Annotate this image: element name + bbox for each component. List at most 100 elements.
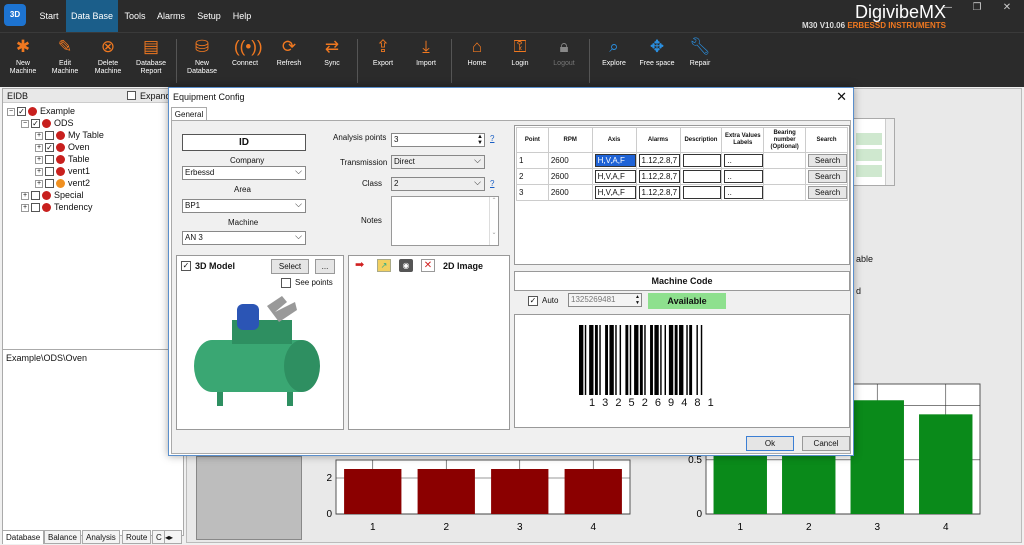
tab-database[interactable]: Database — [2, 530, 45, 544]
rpm-cell[interactable]: 2600 — [547, 168, 593, 185]
help-link[interactable]: ? — [490, 134, 494, 143]
tree-checkbox[interactable] — [31, 191, 40, 201]
see-points-checkbox[interactable] — [281, 278, 291, 288]
tree-item[interactable]: + vent2 — [35, 177, 90, 189]
notes-textarea[interactable]: ⌃ ⌄ — [391, 196, 499, 246]
new-machine-button[interactable]: ✱ New Machine — [0, 37, 46, 76]
tree-checkbox[interactable] — [45, 131, 54, 141]
expand-icon[interactable]: + — [35, 167, 43, 176]
connect-button[interactable]: ((•)) Connect — [222, 37, 268, 68]
alarms-cell[interactable]: 1.12,2.8,7 — [638, 170, 680, 183]
tree-item[interactable]: + vent1 — [35, 165, 90, 177]
tab-scroll-icon[interactable]: ◂▸ — [164, 530, 182, 544]
collapse-icon[interactable]: − — [7, 107, 15, 116]
expand-icon[interactable]: + — [35, 131, 43, 140]
repair-button[interactable]: 🔧︎ Repair — [677, 37, 723, 68]
arrow-right-icon[interactable]: ➡ — [355, 259, 369, 272]
extra-values-cell[interactable]: .. — [724, 154, 764, 167]
edit-machine-button[interactable]: ✎ Edit Machine — [42, 37, 88, 76]
sync-button[interactable]: ⇄ Sync — [309, 37, 355, 68]
stepper-arrows-icon[interactable]: ▲ ▼ — [634, 294, 641, 306]
menu-database[interactable]: Data Base — [66, 0, 118, 32]
minimize-icon[interactable]: — — [932, 2, 962, 16]
bearing-cell[interactable] — [763, 152, 807, 169]
search-button[interactable]: Search — [808, 154, 847, 167]
ok-button[interactable]: Ok — [746, 436, 794, 451]
database-report-button[interactable]: ▤ Database Report — [128, 37, 174, 76]
extra-values-cell[interactable]: .. — [724, 186, 764, 199]
axis-cell[interactable]: H,V,A,F — [594, 170, 636, 183]
explore-button[interactable]: ⌕ Explore — [591, 37, 637, 68]
auto-checkbox[interactable]: ✓ — [528, 296, 538, 306]
tree-item[interactable]: + My Table — [35, 129, 104, 141]
description-cell[interactable] — [682, 186, 722, 199]
open-folder-icon[interactable]: ↗ — [377, 259, 391, 272]
home-button[interactable]: ⌂ Home — [454, 37, 500, 68]
select-button[interactable]: Select — [271, 259, 309, 274]
tree-checkbox[interactable]: ✓ — [17, 107, 26, 117]
import-button[interactable]: ⤓ Import — [403, 37, 449, 68]
expand-icon[interactable]: + — [21, 203, 29, 212]
expand-checkbox-box[interactable] — [127, 91, 136, 100]
expand-icon[interactable]: + — [21, 191, 29, 200]
tab-general[interactable]: General — [171, 107, 207, 121]
tree-checkbox[interactable] — [45, 155, 54, 165]
search-button[interactable]: Search — [808, 186, 847, 199]
close-icon[interactable]: ✕ — [836, 89, 847, 105]
tree-item[interactable]: − ✓ Example — [7, 105, 75, 117]
tree-item[interactable]: + Tendency — [21, 201, 93, 213]
transmission-select[interactable]: Direct — [391, 154, 485, 169]
extra-values-cell[interactable]: .. — [724, 170, 764, 183]
tab-route[interactable]: Route — [122, 530, 152, 544]
tree-checkbox[interactable] — [31, 203, 40, 213]
scrollbar[interactable] — [885, 119, 894, 185]
tree-checkbox[interactable] — [45, 179, 54, 189]
axis-cell[interactable]: H,V,A,F — [594, 154, 636, 167]
tree-checkbox[interactable] — [45, 167, 54, 177]
cancel-button[interactable]: Cancel — [802, 436, 850, 451]
camera-icon[interactable]: ◉ — [399, 259, 413, 272]
model-3d-checkbox[interactable]: ✓ — [181, 261, 191, 271]
new-database-button[interactable]: ⛁ New Database — [179, 37, 225, 76]
company-select[interactable]: Erbessd — [182, 165, 306, 180]
analysis-points-stepper[interactable]: 3 — [391, 133, 485, 147]
machine-code-stepper[interactable]: 1325269481 — [568, 293, 642, 307]
bearing-cell[interactable] — [763, 184, 807, 201]
menu-tools[interactable]: Tools — [120, 0, 150, 32]
delete-image-icon[interactable]: ✕ — [421, 259, 435, 272]
collapse-icon[interactable]: − — [21, 119, 29, 128]
class-select[interactable]: 2 — [391, 176, 485, 191]
tree-item[interactable]: + ✓ Oven — [35, 141, 90, 153]
alarms-cell[interactable]: 1.12,2.8,7 — [638, 186, 680, 199]
logout-button[interactable]: 🔒︎ Logout — [541, 37, 587, 68]
stepper-arrows-icon[interactable]: ▲ ▼ — [476, 134, 484, 146]
expand-icon[interactable]: + — [35, 179, 43, 188]
alarms-cell[interactable]: 1.12,2.8,7 — [638, 154, 680, 167]
axis-cell[interactable]: H,V,A,F — [594, 186, 636, 199]
tree-item[interactable]: + Table — [35, 153, 90, 165]
expand-icon[interactable]: + — [35, 143, 43, 152]
expand-icon[interactable]: + — [35, 155, 43, 164]
menu-setup[interactable]: Setup — [194, 0, 224, 32]
machine-select[interactable]: AN 3 — [182, 230, 306, 245]
bearing-cell[interactable] — [763, 168, 807, 185]
tree-item[interactable]: − ✓ ODS — [21, 117, 74, 129]
help-link[interactable]: ? — [490, 179, 494, 188]
description-cell[interactable] — [682, 170, 722, 183]
scrollbar[interactable]: ⌃ ⌄ — [489, 197, 498, 245]
browse-button[interactable]: ... — [315, 259, 335, 274]
area-select[interactable]: BP1 — [182, 198, 306, 213]
delete-machine-button[interactable]: ⊗ Delete Machine — [85, 37, 131, 76]
menu-start[interactable]: Start — [34, 0, 64, 32]
tab-balance[interactable]: Balance — [44, 530, 81, 544]
tree-checkbox[interactable]: ✓ — [31, 119, 40, 129]
close-icon[interactable]: ✕ — [992, 2, 1022, 16]
export-button[interactable]: ⇪ Export — [360, 37, 406, 68]
free-space-button[interactable]: ✥ Free space — [634, 37, 680, 68]
menu-alarms[interactable]: Alarms — [154, 0, 188, 32]
description-cell[interactable] — [682, 154, 722, 167]
rpm-cell[interactable]: 2600 — [547, 184, 593, 201]
tree-item[interactable]: + Special — [21, 189, 84, 201]
login-button[interactable]: ⚿ Login — [497, 37, 543, 68]
rpm-cell[interactable]: 2600 — [547, 152, 593, 169]
